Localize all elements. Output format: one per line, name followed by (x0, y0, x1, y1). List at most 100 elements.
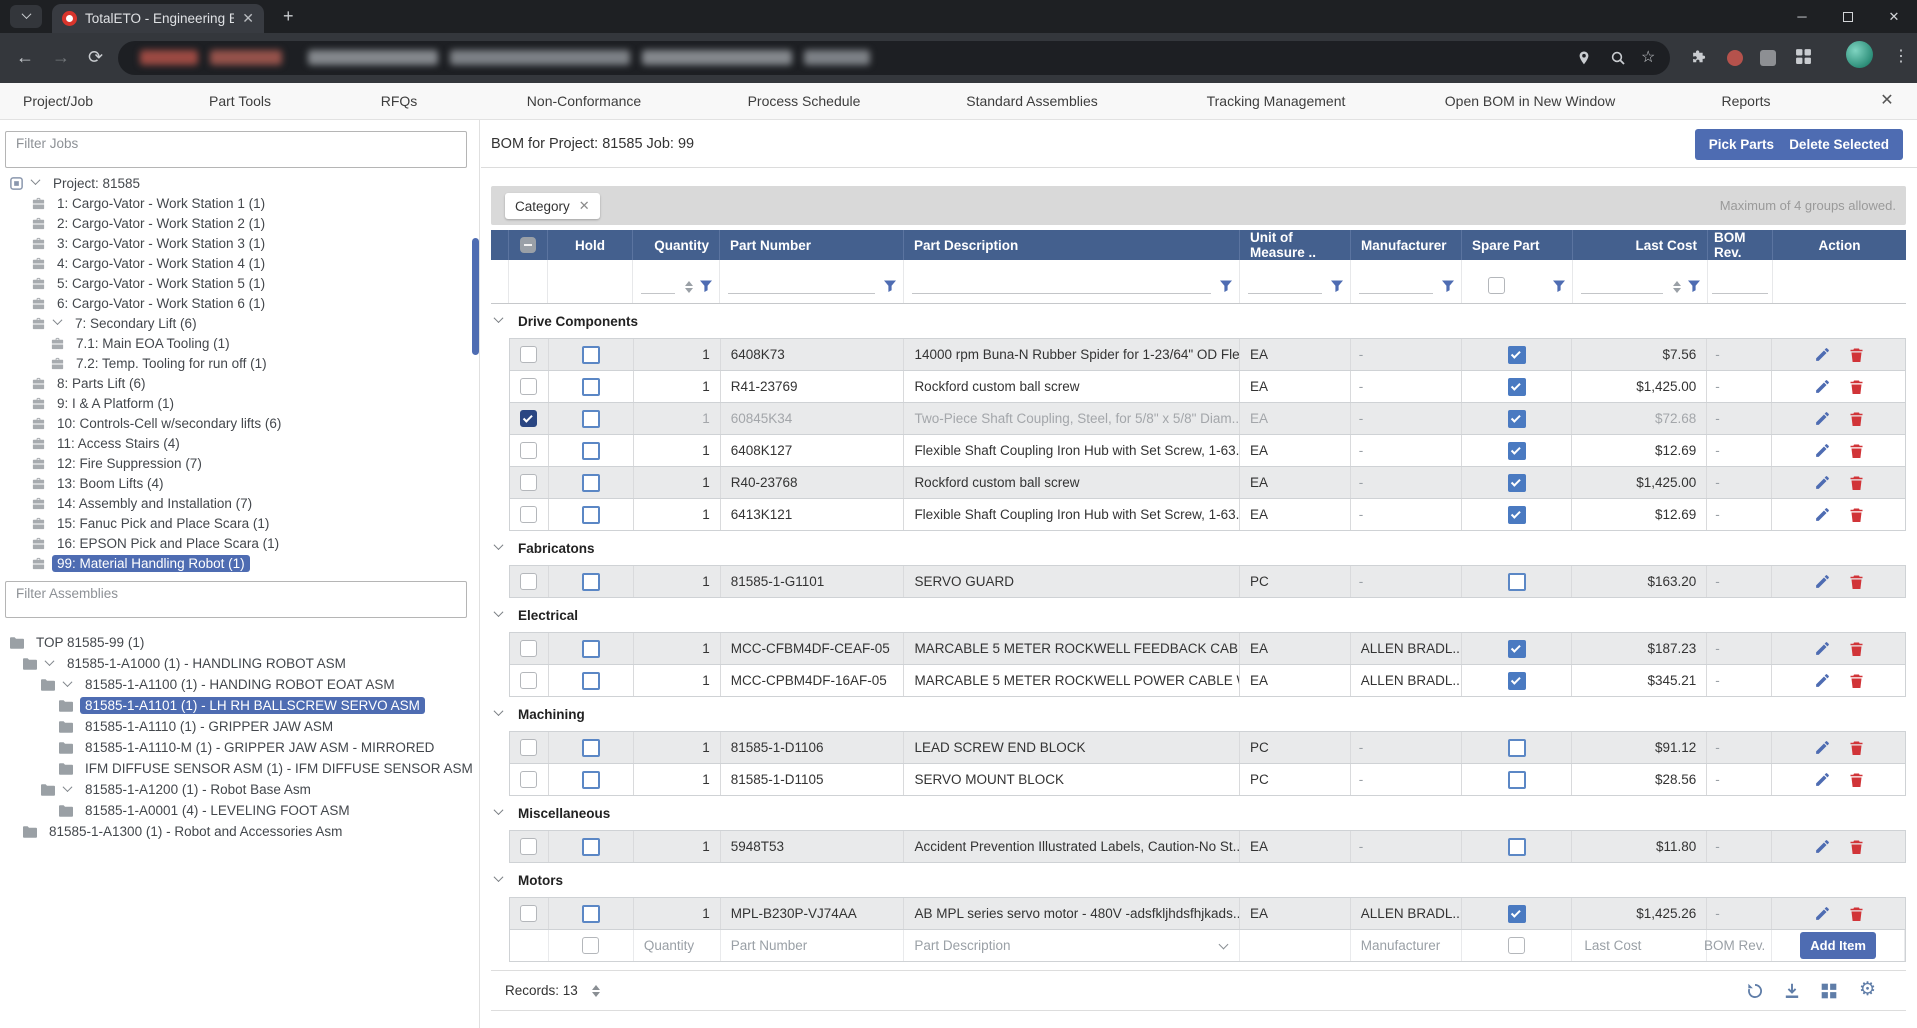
extension-icon[interactable] (1760, 50, 1776, 66)
hold-checkbox[interactable] (582, 771, 600, 789)
tree-item[interactable]: TOP 81585-99 (1) (0, 632, 479, 653)
delete-selected-button[interactable]: Delete Selected (1775, 129, 1903, 160)
add-spare-checkbox[interactable] (1462, 930, 1573, 961)
table-row[interactable]: 160845K34Two-Piece Shaft Coupling, Steel… (509, 402, 1906, 435)
filter-funnel-icon[interactable] (699, 279, 713, 293)
hold-checkbox[interactable] (582, 672, 600, 690)
spare-part-checkbox[interactable] (1508, 672, 1526, 690)
group-header-row[interactable]: Fabricatons (491, 531, 1906, 565)
add-part-number-field[interactable]: Part Number (731, 938, 808, 953)
extensions-puzzle-icon[interactable] (1690, 48, 1709, 72)
forward-icon[interactable]: → (52, 46, 70, 68)
filter-funnel-icon[interactable] (883, 279, 897, 293)
table-row[interactable]: 1R40-23768Rockford custom ball screwEA-$… (509, 466, 1906, 499)
group-header-row[interactable]: Miscellaneous (491, 796, 1906, 830)
filter-funnel-icon[interactable] (1219, 279, 1233, 293)
group-header-row[interactable]: Drive Components (491, 304, 1906, 338)
row-select-checkbox[interactable] (520, 346, 537, 363)
tree-item[interactable]: 81585-1-A1200 (1) - Robot Base Asm (0, 779, 479, 800)
tab-search-button[interactable] (10, 5, 42, 28)
location-pin-icon[interactable] (1576, 50, 1592, 71)
spare-part-filter[interactable] (1462, 260, 1573, 303)
tree-item[interactable]: 7.2: Temp. Tooling for run off (1) (0, 353, 479, 373)
download-icon[interactable] (1783, 982, 1801, 1000)
last-cost-filter[interactable] (1573, 260, 1708, 303)
menu-item-reports[interactable]: Reports (1721, 83, 1770, 120)
add-last-cost-field[interactable]: Last Cost (1584, 938, 1641, 953)
edit-pencil-icon[interactable] (1814, 838, 1831, 855)
select-all-checkbox[interactable] (509, 230, 548, 260)
table-row[interactable]: 181585-1-D1106LEAD SCREW END BLOCKPC-$91… (509, 731, 1906, 764)
tree-item[interactable]: 3: Cargo-Vator - Work Station 3 (1) (0, 233, 479, 253)
spare-part-checkbox[interactable] (1508, 506, 1526, 524)
edit-pencil-icon[interactable] (1814, 672, 1831, 689)
row-select-checkbox[interactable] (520, 905, 537, 922)
edit-pencil-icon[interactable] (1814, 410, 1831, 427)
delete-trash-icon[interactable] (1849, 740, 1864, 756)
table-row[interactable]: 16413K121Flexible Shaft Coupling Iron Hu… (509, 498, 1906, 531)
table-row[interactable]: 1MCC-CPBM4DF-16AF-05MARCABLE 5 METER ROC… (509, 664, 1906, 697)
chevron-down-icon[interactable] (494, 805, 504, 815)
chevron-down-icon[interactable] (63, 677, 73, 687)
spare-part-checkbox[interactable] (1508, 346, 1526, 364)
tree-item-selected[interactable]: 99: Material Handling Robot (1) (0, 553, 479, 573)
table-row[interactable]: 181585-1-G1101SERVO GUARDPC-$163.20- (509, 565, 1906, 598)
spare-part-checkbox[interactable] (1508, 739, 1526, 757)
delete-trash-icon[interactable] (1849, 475, 1864, 491)
chevron-down-icon[interactable] (494, 706, 504, 716)
table-row[interactable]: 1MCC-CFBM4DF-CEAF-05MARCABLE 5 METER ROC… (509, 632, 1906, 665)
extension-grid-icon[interactable] (1795, 48, 1812, 70)
edit-pencil-icon[interactable] (1814, 378, 1831, 395)
delete-trash-icon[interactable] (1849, 411, 1864, 427)
dropdown-chevron-icon[interactable] (1218, 939, 1228, 949)
new-tab-button[interactable]: + (283, 6, 294, 27)
menu-item-standard-assemblies[interactable]: Standard Assemblies (966, 83, 1098, 120)
records-spinner-icon[interactable] (592, 985, 600, 997)
tree-item[interactable]: IFM DIFFUSE SENSOR ASM (1) - IFM DIFFUSE… (0, 758, 479, 779)
hold-checkbox[interactable] (582, 346, 600, 364)
reload-icon[interactable]: ⟳ (88, 46, 103, 68)
settings-gear-icon[interactable]: ⚙ (1859, 978, 1876, 1001)
chevron-down-icon[interactable] (53, 315, 63, 325)
quantity-filter[interactable] (633, 260, 720, 303)
column-header-spare-part[interactable]: Spare Part (1462, 230, 1573, 260)
group-header-row[interactable]: Motors (491, 863, 1906, 897)
spare-part-checkbox[interactable] (1508, 838, 1526, 856)
edit-pencil-icon[interactable] (1814, 442, 1831, 459)
tree-item[interactable]: 8: Parts Lift (6) (0, 373, 479, 393)
edit-pencil-icon[interactable] (1814, 771, 1831, 788)
delete-trash-icon[interactable] (1849, 347, 1864, 363)
table-row[interactable]: 15948T53Accident Prevention Illustrated … (509, 830, 1906, 863)
tree-item[interactable]: 4: Cargo-Vator - Work Station 4 (1) (0, 253, 479, 273)
menu-item-rfqs[interactable]: RFQs (381, 83, 418, 120)
chip-remove-icon[interactable]: ✕ (579, 198, 590, 214)
tree-item[interactable]: 81585-1-A0001 (4) - LEVELING FOOT ASM (0, 800, 479, 821)
hold-checkbox[interactable] (582, 378, 600, 396)
back-icon[interactable]: ← (16, 46, 34, 68)
spare-part-checkbox[interactable] (1508, 640, 1526, 658)
column-header-part-number[interactable]: Part Number (720, 230, 904, 260)
filter-jobs-input[interactable] (5, 131, 467, 168)
sort-spinner-icon[interactable] (1673, 281, 1681, 293)
delete-trash-icon[interactable] (1849, 906, 1864, 922)
tree-item[interactable]: 16: EPSON Pick and Place Scara (1) (0, 533, 479, 553)
table-row[interactable]: 1R41-23769Rockford custom ball screwEA-$… (509, 370, 1906, 403)
row-select-checkbox[interactable] (520, 378, 537, 395)
edit-pencil-icon[interactable] (1814, 474, 1831, 491)
hold-checkbox[interactable] (582, 739, 600, 757)
row-select-checkbox[interactable] (520, 640, 537, 657)
menu-item-non-conformance[interactable]: Non-Conformance (527, 83, 641, 120)
hold-checkbox[interactable] (582, 640, 600, 658)
tree-item[interactable]: 6: Cargo-Vator - Work Station 6 (1) (0, 293, 479, 313)
window-close-button[interactable]: ✕ (1871, 0, 1917, 33)
group-header-row[interactable]: Machining (491, 697, 1906, 731)
delete-trash-icon[interactable] (1849, 574, 1864, 590)
filter-funnel-icon[interactable] (1441, 279, 1455, 293)
tree-item[interactable]: 9: I & A Platform (1) (0, 393, 479, 413)
tree-item[interactable]: 7: Secondary Lift (6) (0, 313, 479, 333)
menu-item-project-job[interactable]: Project/Job (23, 83, 93, 120)
sort-spinner-icon[interactable] (685, 281, 693, 293)
row-select-checkbox[interactable] (520, 506, 537, 523)
spare-part-checkbox[interactable] (1508, 474, 1526, 492)
menu-close-button[interactable]: ✕ (1880, 83, 1893, 120)
